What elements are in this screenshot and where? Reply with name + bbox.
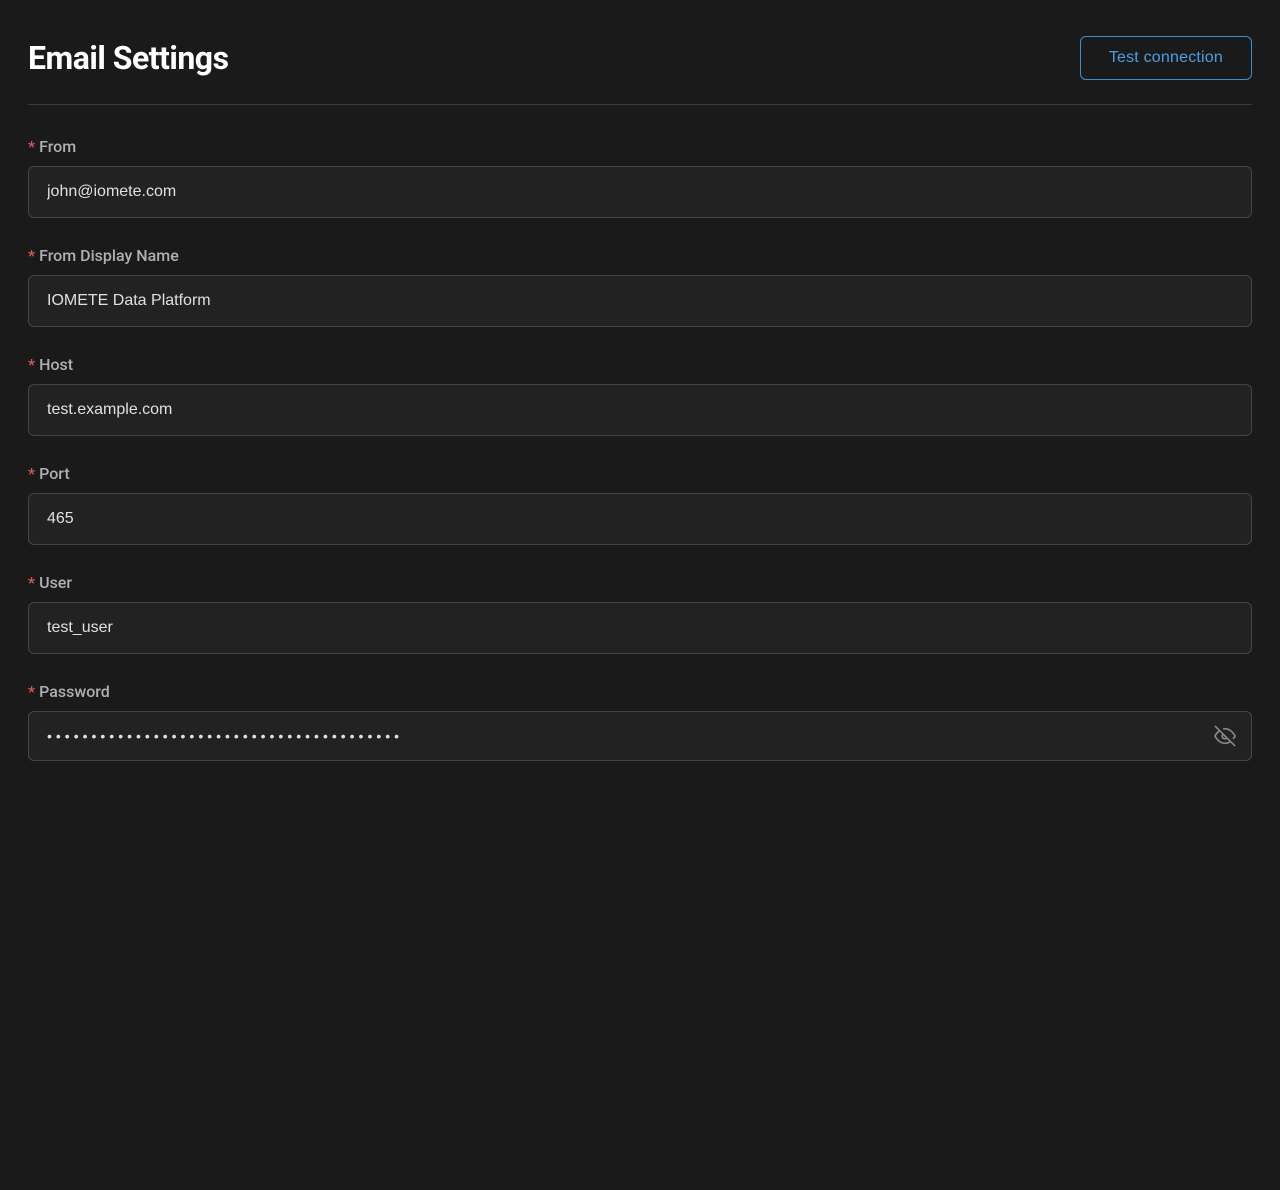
password-label: * Password bbox=[28, 682, 1252, 701]
test-connection-button[interactable]: Test connection bbox=[1080, 36, 1252, 80]
user-required-star: * bbox=[28, 573, 35, 592]
from-display-name-input[interactable] bbox=[28, 275, 1252, 327]
page-title: Email Settings bbox=[28, 39, 229, 77]
page-container: Email Settings Test connection * From * … bbox=[0, 0, 1280, 801]
section-divider bbox=[28, 104, 1252, 105]
from-display-name-label-text: From Display Name bbox=[39, 246, 179, 265]
from-display-name-required-star: * bbox=[28, 246, 35, 265]
host-input[interactable] bbox=[28, 384, 1252, 436]
eye-off-icon bbox=[1214, 725, 1236, 747]
host-label: * Host bbox=[28, 355, 1252, 374]
toggle-password-visibility-button[interactable] bbox=[1214, 725, 1236, 747]
user-label-text: User bbox=[39, 573, 72, 592]
password-required-star: * bbox=[28, 682, 35, 701]
user-field-group: * User bbox=[28, 573, 1252, 654]
host-field-group: * Host bbox=[28, 355, 1252, 436]
from-required-star: * bbox=[28, 137, 35, 156]
port-input[interactable] bbox=[28, 493, 1252, 545]
header: Email Settings Test connection bbox=[28, 36, 1252, 80]
from-input[interactable] bbox=[28, 166, 1252, 218]
password-input[interactable] bbox=[28, 711, 1252, 761]
user-input[interactable] bbox=[28, 602, 1252, 654]
port-required-star: * bbox=[28, 464, 35, 483]
port-field-group: * Port bbox=[28, 464, 1252, 545]
from-label-text: From bbox=[39, 137, 76, 156]
password-label-text: Password bbox=[39, 682, 110, 701]
from-field-group: * From bbox=[28, 137, 1252, 218]
port-label-text: Port bbox=[39, 464, 70, 483]
host-label-text: Host bbox=[39, 355, 73, 374]
from-display-name-field-group: * From Display Name bbox=[28, 246, 1252, 327]
port-label: * Port bbox=[28, 464, 1252, 483]
password-wrapper bbox=[28, 711, 1252, 761]
from-label: * From bbox=[28, 137, 1252, 156]
user-label: * User bbox=[28, 573, 1252, 592]
host-required-star: * bbox=[28, 355, 35, 374]
email-settings-form: * From * From Display Name * Host * bbox=[28, 137, 1252, 761]
from-display-name-label: * From Display Name bbox=[28, 246, 1252, 265]
password-field-group: * Password bbox=[28, 682, 1252, 761]
